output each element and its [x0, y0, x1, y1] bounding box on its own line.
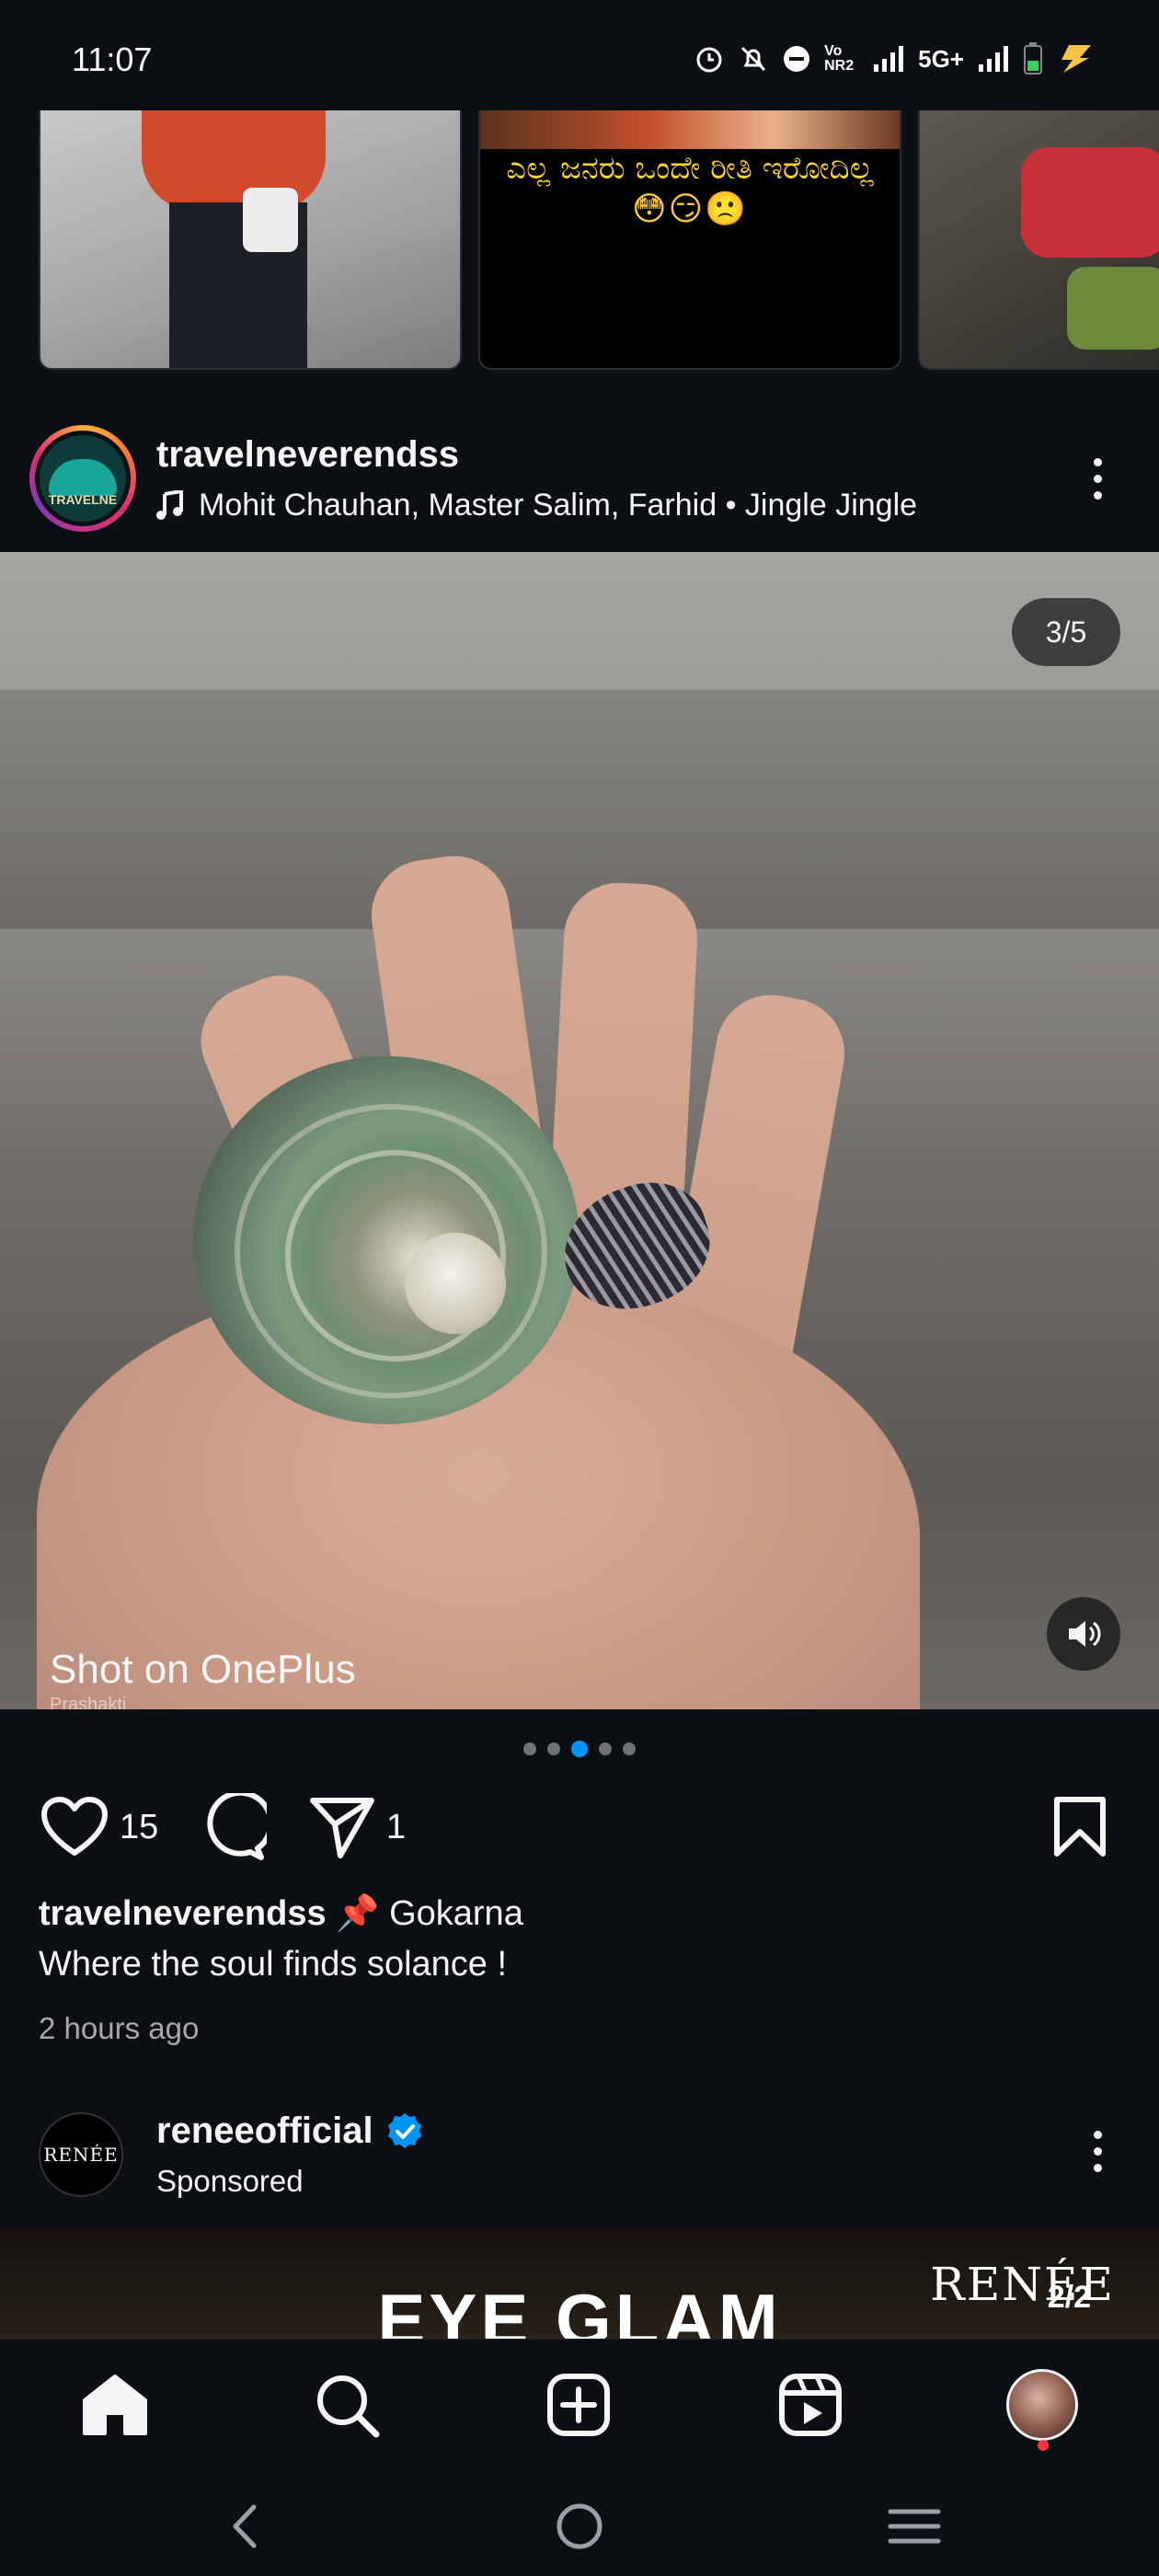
create-icon[interactable]	[546, 2373, 611, 2437]
sponsored-label: Sponsored	[156, 2164, 304, 2198]
share-group[interactable]: 1	[309, 1790, 406, 1864]
carousel-indicator	[0, 1741, 1159, 1757]
speaker-icon	[1069, 1621, 1101, 1647]
do-not-disturb-icon	[784, 46, 810, 72]
post-actions: 15 1	[0, 1790, 1159, 1864]
nav-create[interactable]	[537, 2363, 620, 2446]
reel-thumbnail[interactable]	[39, 110, 462, 370]
system-recents-button[interactable]	[878, 2490, 951, 2563]
heart-icon[interactable]	[40, 1796, 109, 1858]
like-count[interactable]: 15	[120, 1808, 158, 1847]
mute-notifications-icon	[741, 46, 766, 72]
sponsor-username-line[interactable]: reneeofficial	[156, 2110, 425, 2152]
alarm-icon	[696, 47, 722, 73]
avatar-label: TRAVELNE	[48, 492, 118, 507]
nav-search[interactable]	[305, 2363, 388, 2446]
nav-home[interactable]	[74, 2363, 156, 2446]
battery-icon	[1024, 42, 1042, 75]
comment-icon[interactable]	[197, 1793, 267, 1861]
reels-strip[interactable]: ಎಲ್ಲ ಜನರು ಒಂದೇ ರೀತಿ ಇರೋದಿಲ್ಲ 😳😏🙁	[0, 110, 1159, 370]
music-text: Mohit Chauhan, Master Salim, Farhid • Ji…	[199, 488, 918, 523]
reel-thumbnail[interactable]	[918, 110, 1159, 370]
nav-reels[interactable]	[769, 2363, 852, 2446]
music-note-icon	[156, 489, 183, 520]
bottom-navigation	[0, 2339, 1159, 2467]
caption-line: travelneverendss 📌 Gokarna	[39, 1893, 523, 1934]
reel-thumbnail[interactable]: ಎಲ್ಲ ಜನರು ಒಂದೇ ರೀತಿ ಇರೋದಿಲ್ಲ 😳😏🙁	[478, 110, 901, 370]
camera-watermark: Shot on OnePlus	[50, 1647, 356, 1692]
search-icon[interactable]	[314, 2372, 380, 2438]
verified-badge-icon	[387, 2112, 421, 2148]
profile-notification-dot	[1038, 2440, 1049, 2451]
caption-username[interactable]: travelneverendss	[39, 1894, 327, 1933]
bookmark-icon[interactable]	[1052, 1795, 1107, 1859]
share-icon[interactable]	[309, 1795, 375, 1859]
charging-icon	[1061, 45, 1091, 73]
post-timestamp: 2 hours ago	[39, 2011, 200, 2045]
caption-location: 📌 Gokarna	[336, 1894, 523, 1933]
reel-caption: ಎಲ್ಲ ಜನರು ಒಂದೇ ರೀತಿ ಇರೋದಿಲ್ಲ	[506, 150, 874, 187]
status-time: 11:07	[72, 40, 153, 78]
system-home-button[interactable]	[543, 2490, 616, 2563]
system-navigation-bar	[0, 2467, 1159, 2576]
post-options-button[interactable]	[1084, 458, 1111, 500]
caption-text: Where the soul finds solance !	[39, 1945, 508, 1984]
like-group[interactable]: 15	[40, 1790, 158, 1864]
carousel-dot	[547, 1742, 560, 1755]
ad-photo-counter: 2/2	[1047, 2280, 1091, 2315]
reel-photo	[480, 110, 900, 149]
carousel-dot	[571, 1741, 588, 1757]
share-count: 1	[386, 1807, 407, 1846]
reel-emojis: 😳😏🙁	[632, 190, 748, 227]
sponsor-options-button[interactable]	[1084, 2131, 1111, 2172]
carousel-dot	[599, 1742, 612, 1755]
signal-icon	[874, 46, 904, 72]
comment-button[interactable]	[197, 1790, 267, 1864]
music-attribution[interactable]: Mohit Chauhan, Master Salim, Farhid • Ji…	[156, 488, 917, 523]
audio-toggle-button[interactable]	[1047, 1597, 1120, 1671]
photo-counter-badge: 3/5	[1012, 598, 1120, 666]
save-button[interactable]	[1052, 1790, 1107, 1864]
nav-profile[interactable]	[1001, 2363, 1084, 2446]
status-bar: 11:07 Vo NR2 5G+	[0, 0, 1159, 110]
reels-icon[interactable]	[778, 2373, 843, 2437]
volte-label: Vo NR2	[824, 43, 855, 74]
sponsor-username[interactable]: reneeofficial	[156, 2110, 373, 2152]
post-image[interactable]	[0, 552, 1159, 1709]
sponsor-avatar[interactable]: RENÉE	[39, 2112, 123, 2197]
camera-watermark-sub: Prashakti	[50, 1695, 127, 1709]
home-circle-icon[interactable]	[554, 2501, 605, 2552]
home-icon[interactable]	[81, 2373, 149, 2437]
ad-image[interactable]: EYE GLAM RENÉE 2/2	[0, 2226, 1159, 2339]
post-username[interactable]: travelneverendss	[156, 434, 459, 476]
menu-icon[interactable]	[887, 2506, 942, 2547]
status-icons: Vo NR2 5G+	[694, 39, 1095, 79]
carousel-dot	[523, 1742, 536, 1755]
avatar: TRAVELNE	[40, 435, 126, 522]
profile-avatar[interactable]	[1006, 2369, 1078, 2441]
system-back-button[interactable]	[208, 2490, 281, 2563]
carousel-dot	[623, 1742, 636, 1755]
signal-icon-2	[979, 46, 1008, 72]
story-ring[interactable]: TRAVELNE	[29, 425, 136, 532]
back-icon[interactable]	[226, 2503, 263, 2549]
network-type: 5G+	[918, 44, 964, 73]
